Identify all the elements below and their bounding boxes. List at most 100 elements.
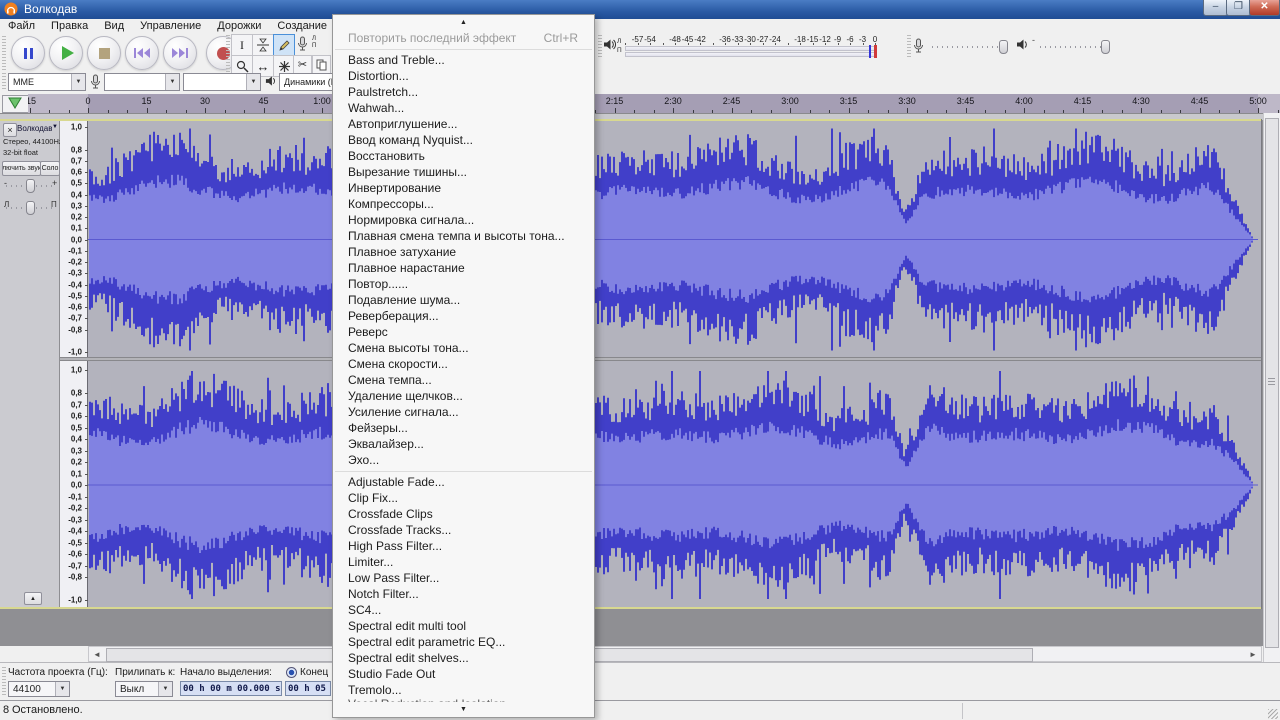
effects-menu-item[interactable]: Crossfade Tracks... <box>333 522 594 538</box>
effects-menu-item[interactable]: Paulstretch... <box>333 84 594 100</box>
track-close-button[interactable]: × <box>3 123 17 137</box>
effects-menu-item[interactable]: Плавное нарастание <box>333 260 594 276</box>
effects-menu-item[interactable]: Удаление щелчков... <box>333 388 594 404</box>
pan-slider-thumb[interactable] <box>26 201 35 215</box>
selection-end-field[interactable]: 00 h 05 m <box>285 681 331 696</box>
timeline-ruler[interactable]: -1501530451:001:151:301:452:002:152:302:… <box>0 93 1280 113</box>
channel-divider[interactable] <box>60 357 1262 361</box>
track-control-panel: × Волкодав▼ Стерео, 44100Hz 32-bit float… <box>0 121 60 607</box>
title-bar[interactable]: Волкодав – ❐ ✕ <box>0 0 1280 19</box>
timeline-label: 45 <box>258 96 268 106</box>
record-volume-slider[interactable] <box>932 46 1008 48</box>
scroll-right-button[interactable]: ► <box>1245 647 1261 661</box>
effects-menu-item[interactable]: Эхо... <box>333 452 594 468</box>
effects-menu-item[interactable]: Подавление шума... <box>333 292 594 308</box>
effects-menu-item[interactable]: Повтор...... <box>333 276 594 292</box>
scroll-left-button[interactable]: ◄ <box>89 647 105 661</box>
effects-menu-item[interactable]: Восстановить <box>333 148 594 164</box>
effects-menu-item[interactable]: Инвертирование <box>333 180 594 196</box>
menu-0[interactable]: Файл <box>0 19 43 34</box>
input-device-select[interactable]: ▼ <box>104 73 180 91</box>
record-volume-thumb[interactable] <box>999 40 1008 54</box>
restore-button[interactable]: ❐ <box>1226 0 1251 16</box>
effects-menu-item[interactable]: Смена скорости... <box>333 356 594 372</box>
vertical-scrollbar[interactable] <box>1263 113 1280 662</box>
effects-menu-item[interactable]: Adjustable Fade... <box>333 474 594 490</box>
playback-volume-thumb[interactable] <box>1101 40 1110 54</box>
effects-menu-item[interactable]: Реверберация... <box>333 308 594 324</box>
selection-start-label: Начало выделения: <box>180 667 272 678</box>
effects-menu-item[interactable]: Реверс <box>333 324 594 340</box>
effects-menu-item[interactable]: Компрессоры... <box>333 196 594 212</box>
effects-menu-item[interactable]: Ввод команд Nyquist... <box>333 132 594 148</box>
waveform-left-channel[interactable] <box>88 121 1262 357</box>
effects-menu-item[interactable]: Wahwah... <box>333 100 594 116</box>
timeline-label: 5:00 <box>1249 96 1267 106</box>
effects-menu-item[interactable]: Crossfade Clips <box>333 506 594 522</box>
effects-menu-item[interactable]: Notch Filter... <box>333 586 594 602</box>
effects-menu-item[interactable]: Studio Fade Out <box>333 666 594 682</box>
effects-menu-item[interactable]: Эквалайзер... <box>333 436 594 452</box>
effects-menu-item[interactable]: SC4... <box>333 602 594 618</box>
gain-slider-thumb[interactable] <box>26 179 35 193</box>
quickplay-pin-button[interactable] <box>2 95 30 113</box>
effects-menu-item[interactable]: Плавная смена темпа и высоты тона... <box>333 228 594 244</box>
menu-4[interactable]: Дорожки <box>209 19 269 34</box>
effects-menu-item[interactable]: Нормировка сигнала... <box>333 212 594 228</box>
meter-tick <box>688 43 689 45</box>
selection-start-field[interactable]: 00 h 00 m 00.000 s▼ <box>180 681 282 696</box>
vruler-label: 0,3 <box>58 201 82 210</box>
ruler-band[interactable]: -1501530451:001:151:301:452:002:152:302:… <box>28 94 1280 113</box>
mixer-grip[interactable] <box>907 35 911 57</box>
effects-menu-item[interactable]: Distortion... <box>333 68 594 84</box>
audio-host-select[interactable]: MME▼ <box>8 73 86 91</box>
effects-menu-item[interactable]: Bass and Treble... <box>333 52 594 68</box>
device-grip[interactable] <box>2 73 6 91</box>
close-button[interactable]: ✕ <box>1249 0 1280 16</box>
effects-menu-item[interactable]: Усиление сигнала... <box>333 404 594 420</box>
effects-menu-item[interactable]: Вырезание тишины... <box>333 164 594 180</box>
selection-grip[interactable] <box>2 667 6 697</box>
track-title-menu[interactable]: Волкодав▼ <box>17 124 58 135</box>
effects-menu-item[interactable]: Limiter... <box>333 554 594 570</box>
mute-button[interactable]: лючить звук <box>2 161 41 176</box>
playback-volume-slider[interactable] <box>1040 46 1108 48</box>
effects-menu-item[interactable]: Low Pass Filter... <box>333 570 594 586</box>
minimize-button[interactable]: – <box>1203 0 1228 16</box>
output-device-speaker-icon <box>265 75 277 87</box>
vruler-label: -0,5 <box>58 538 82 547</box>
menu-5[interactable]: Создание <box>269 19 335 34</box>
menu-3[interactable]: Управление <box>132 19 209 34</box>
effects-menu-item[interactable]: Смена высоты тона... <box>333 340 594 356</box>
menu-1[interactable]: Правка <box>43 19 96 34</box>
waveform-right-channel[interactable] <box>88 361 1262 607</box>
menu-scroll-down[interactable]: ▼ <box>333 702 594 717</box>
project-rate-select[interactable]: 44100▼ <box>8 681 70 697</box>
vruler-label: 0,2 <box>58 213 82 222</box>
meter-tick <box>850 43 851 45</box>
effects-menu-item[interactable]: Смена темпа... <box>333 372 594 388</box>
snap-to-select[interactable]: Выкл▼ <box>115 681 173 697</box>
horizontal-scrollbar[interactable]: ◄ ► <box>88 646 1262 662</box>
end-radio[interactable]: Конец <box>286 667 328 678</box>
solo-button[interactable]: Соло <box>40 161 60 176</box>
effects-menu-item[interactable]: High Pass Filter... <box>333 538 594 554</box>
effects-menu-item[interactable]: Плавное затухание <box>333 244 594 260</box>
effects-menu-item[interactable]: Spectral edit parametric EQ... <box>333 634 594 650</box>
menu-2[interactable]: Вид <box>96 19 132 34</box>
resize-grip[interactable] <box>1268 709 1278 719</box>
effects-menu-item[interactable]: Spectral edit shelves... <box>333 650 594 666</box>
menu-scroll-up[interactable]: ▲ <box>333 15 594 30</box>
vruler-label: -1,0 <box>58 596 82 605</box>
input-channels-select[interactable]: ▼ <box>183 73 261 91</box>
vruler-label: -0,4 <box>58 527 82 536</box>
track-collapse-button[interactable]: ▲ <box>24 592 42 605</box>
effects-menu-item[interactable]: Tremolo... <box>333 682 594 698</box>
effects-menu-item[interactable]: Автоприглушение... <box>333 116 594 132</box>
meter-tick <box>738 43 739 45</box>
effects-menu-item[interactable]: Clip Fix... <box>333 490 594 506</box>
effects-menu-item[interactable]: Фейзеры... <box>333 420 594 436</box>
vruler-label: -0,6 <box>58 303 82 312</box>
timeline-label: 4:30 <box>1132 96 1150 106</box>
effects-menu-item[interactable]: Spectral edit multi tool <box>333 618 594 634</box>
